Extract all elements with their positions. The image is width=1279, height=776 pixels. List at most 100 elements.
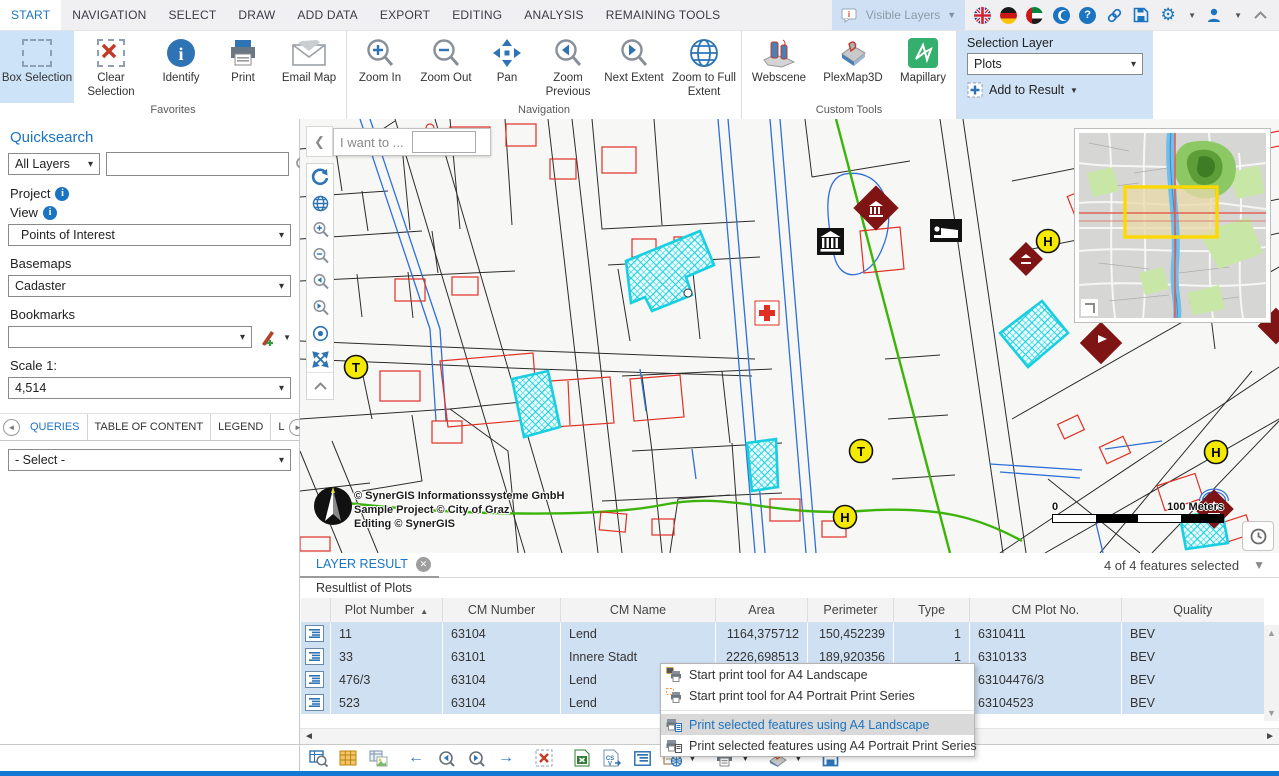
tab-navigation[interactable]: NAVIGATION [61,0,157,30]
tab-legend[interactable]: LEGEND [211,414,271,440]
user-caret-icon[interactable]: ▼ [1234,11,1242,20]
expand-arrows-icon[interactable] [307,346,333,372]
col-perimeter[interactable]: Perimeter [808,598,894,622]
visible-layers-dropdown[interactable]: i Visible Layers ▼ [832,0,965,30]
add-to-result-caret-icon[interactable]: ▼ [1070,86,1078,95]
add-bookmark-icon[interactable] [258,328,277,347]
default-pointer-icon[interactable] [307,320,333,346]
full-extent-globe-icon[interactable] [307,190,333,216]
tools-collapse-up-icon[interactable] [307,372,333,399]
identify-button[interactable]: i Identify [148,31,214,103]
panel-collapse-icon[interactable]: ▼ [1253,558,1265,572]
bookmark-select[interactable] [8,326,252,348]
layer-result-tab[interactable]: LAYER RESULT ✕ [300,552,439,578]
next-extent-button[interactable]: Next Extent [601,31,667,103]
view-info-icon[interactable]: i [43,206,57,220]
next-selection-icon[interactable] [466,748,486,768]
zoom-out-button[interactable]: Zoom Out [413,31,479,103]
box-selection-button[interactable]: Box Selection [0,31,74,103]
col-quality[interactable]: Quality [1122,598,1264,622]
tab-add-data[interactable]: ADD DATA [286,0,369,30]
export-csv-icon[interactable]: CSV [602,748,622,768]
feature-detail-icon[interactable] [305,648,324,665]
map-zoom-out-icon[interactable] [307,242,333,268]
basemap-select[interactable]: Cadaster [8,275,291,297]
zoom-full-extent-button[interactable]: Zoom to Full Extent [667,31,741,103]
tab-editing[interactable]: EDITING [441,0,513,30]
feature-detail-icon[interactable] [305,625,324,642]
flag-uae-icon[interactable] [1026,7,1043,24]
bookmark-menu-caret-icon[interactable]: ▼ [283,333,291,342]
night-mode-icon[interactable] [1052,6,1070,24]
tab-export[interactable]: EXPORT [369,0,441,30]
tab-remaining-tools[interactable]: REMAINING TOOLS [595,0,732,30]
table-vertical-scrollbar[interactable]: ▲ ▼ [1264,625,1279,721]
help-icon[interactable]: ? [1079,7,1096,24]
view-select[interactable]: Points of Interest [8,224,291,246]
user-account-icon[interactable] [1205,6,1223,24]
collapse-sidebar-button[interactable]: ❮ [306,126,333,157]
time-slider-button[interactable] [1242,521,1274,551]
map-zoom-in-icon[interactable] [307,216,333,242]
table-row[interactable]: 1163104Lend 1164,375712150,4522391 63104… [301,622,1264,645]
detail-list-icon[interactable] [632,748,652,768]
i-want-to-search[interactable]: I want to ... [333,128,491,156]
report-view-icon[interactable] [368,748,388,768]
plexmap3d-button[interactable]: PlexMap3D [816,31,890,103]
feature-detail-icon[interactable] [305,671,324,688]
col-cm-name[interactable]: CM Name [561,598,716,622]
map-zoom-next-icon[interactable] [307,294,333,320]
print-button[interactable]: Print [214,31,272,103]
menu-item-print-selected-portrait[interactable]: Print selected features using A4 Portrai… [661,735,974,756]
tab-queries[interactable]: QUERIES [23,414,88,440]
add-to-result-button[interactable]: Add to Result ▼ [967,82,1143,98]
col-cm-number[interactable]: CM Number [443,598,561,622]
pan-button[interactable]: Pan [479,31,535,103]
first-page-icon[interactable]: ← [406,748,426,768]
menu-item-print-tool-portrait[interactable]: Start print tool for A4 Portrait Print S… [661,685,974,706]
zoom-previous-button[interactable]: Zoom Previous [535,31,601,103]
flag-uk-icon[interactable] [974,7,991,24]
col-type[interactable]: Type [894,598,970,622]
scroll-right-icon[interactable]: ► [1265,731,1275,742]
menu-item-print-tool-landscape[interactable]: Start print tool for A4 Landscape [661,664,974,685]
close-result-icon[interactable]: ✕ [416,557,431,572]
tab-select[interactable]: SELECT [157,0,227,30]
selection-layer-select[interactable]: Plots [967,53,1143,75]
col-plot-number[interactable]: Plot Number [331,598,443,622]
clear-selection-button[interactable]: Clear Selection [74,31,148,103]
email-map-button[interactable]: Email Map [272,31,346,103]
scale-select[interactable]: 4,514 [8,377,291,399]
export-excel-icon[interactable] [572,748,592,768]
overview-map[interactable] [1074,128,1271,323]
quicksearch-input[interactable] [106,152,289,176]
scroll-up-icon[interactable]: ▲ [1267,628,1276,638]
mapillary-button[interactable]: Mapillary [890,31,956,103]
quicksearch-layer-select[interactable]: All Layers [8,153,100,175]
query-select[interactable]: - Select - [8,449,291,471]
last-page-icon[interactable]: → [496,748,516,768]
tab-analysis[interactable]: ANALYSIS [513,0,594,30]
prev-selection-icon[interactable] [436,748,456,768]
menu-item-print-selected-landscape[interactable]: Print selected features using A4 Landsca… [661,714,974,735]
settings-gear-icon[interactable]: ⚙ [1159,6,1177,24]
scroll-left-icon[interactable]: ◄ [304,731,314,742]
flag-germany-icon[interactable] [1000,7,1017,24]
feature-detail-icon[interactable] [305,694,324,711]
webscene-button[interactable]: Webscene [742,31,816,103]
zoom-in-button[interactable]: Zoom In [347,31,413,103]
project-info-icon[interactable]: i [55,187,69,201]
settings-caret-icon[interactable]: ▼ [1188,11,1196,20]
overview-collapse-icon[interactable] [1081,299,1098,316]
save-session-icon[interactable] [1132,6,1150,24]
map-zoom-previous-icon[interactable] [307,268,333,294]
collapse-ribbon-icon[interactable] [1251,6,1269,24]
tab-table-of-content[interactable]: TABLE OF CONTENT [88,414,212,440]
scroll-down-icon[interactable]: ▼ [1267,708,1276,718]
map-canvas[interactable]: T T H H H © Syne [300,119,1279,553]
col-area[interactable]: Area [716,598,808,622]
table-view-icon[interactable] [338,748,358,768]
tab-truncated[interactable]: L [271,414,286,440]
tab-start[interactable]: START [0,0,61,30]
col-cm-plot-no[interactable]: CM Plot No. [970,598,1122,622]
